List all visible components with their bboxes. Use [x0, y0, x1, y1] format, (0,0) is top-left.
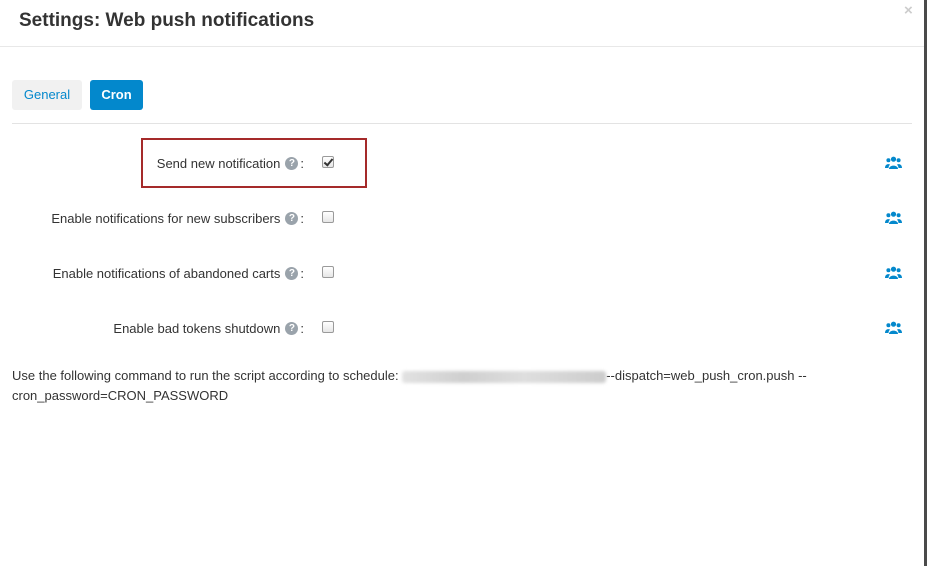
users-icon[interactable] — [885, 156, 902, 170]
cron-command-prefix: Use the following command to run the scr… — [12, 368, 399, 383]
setting-label: Enable bad tokens shutdown ? : — [113, 321, 304, 336]
setting-label-text: Enable bad tokens shutdown — [113, 321, 281, 336]
help-icon[interactable]: ? — [285, 212, 299, 225]
label-colon: : — [300, 156, 304, 171]
setting-label: Send new notification ? : — [157, 156, 304, 171]
label-colon: : — [300, 321, 304, 336]
help-icon[interactable]: ? — [285, 322, 299, 335]
send-new-notification-checkbox[interactable] — [322, 156, 334, 168]
setting-label: Enable notifications of abandoned carts … — [53, 266, 304, 281]
tab-cron[interactable]: Cron — [90, 80, 143, 110]
setting-label-text: Enable notifications of abandoned carts — [52, 266, 281, 281]
setting-label: Enable notifications for new subscribers… — [51, 211, 304, 226]
settings-dialog: Settings: Web push notifications × Gener… — [0, 0, 924, 566]
setting-row-send-new-notification: Send new notification ? : — [0, 154, 924, 174]
new-subscribers-checkbox[interactable] — [322, 211, 334, 223]
help-icon[interactable]: ? — [285, 267, 299, 280]
dialog-title: Settings: Web push notifications — [19, 10, 315, 31]
setting-row-bad-tokens: Enable bad tokens shutdown ? : — [0, 319, 924, 339]
label-colon: : — [300, 266, 304, 281]
tab-general[interactable]: General — [12, 80, 82, 110]
help-icon[interactable]: ? — [285, 157, 299, 170]
bad-tokens-checkbox[interactable] — [322, 321, 334, 333]
setting-row-new-subscribers: Enable notifications for new subscribers… — [0, 209, 924, 229]
redacted-path — [402, 370, 607, 383]
cron-command-text: Use the following command to run the scr… — [12, 366, 912, 406]
close-icon[interactable]: × — [904, 3, 913, 19]
users-icon[interactable] — [885, 211, 902, 225]
tabs-divider — [12, 123, 912, 124]
setting-label-text: Enable notifications for new subscribers — [51, 211, 281, 226]
setting-label-text: Send new notification — [156, 156, 281, 171]
label-colon: : — [300, 211, 304, 226]
abandoned-carts-checkbox[interactable] — [322, 266, 334, 278]
users-icon[interactable] — [885, 266, 902, 280]
users-icon[interactable] — [885, 321, 902, 335]
setting-row-abandoned-carts: Enable notifications of abandoned carts … — [0, 264, 924, 284]
dialog-header: Settings: Web push notifications × — [0, 0, 924, 47]
